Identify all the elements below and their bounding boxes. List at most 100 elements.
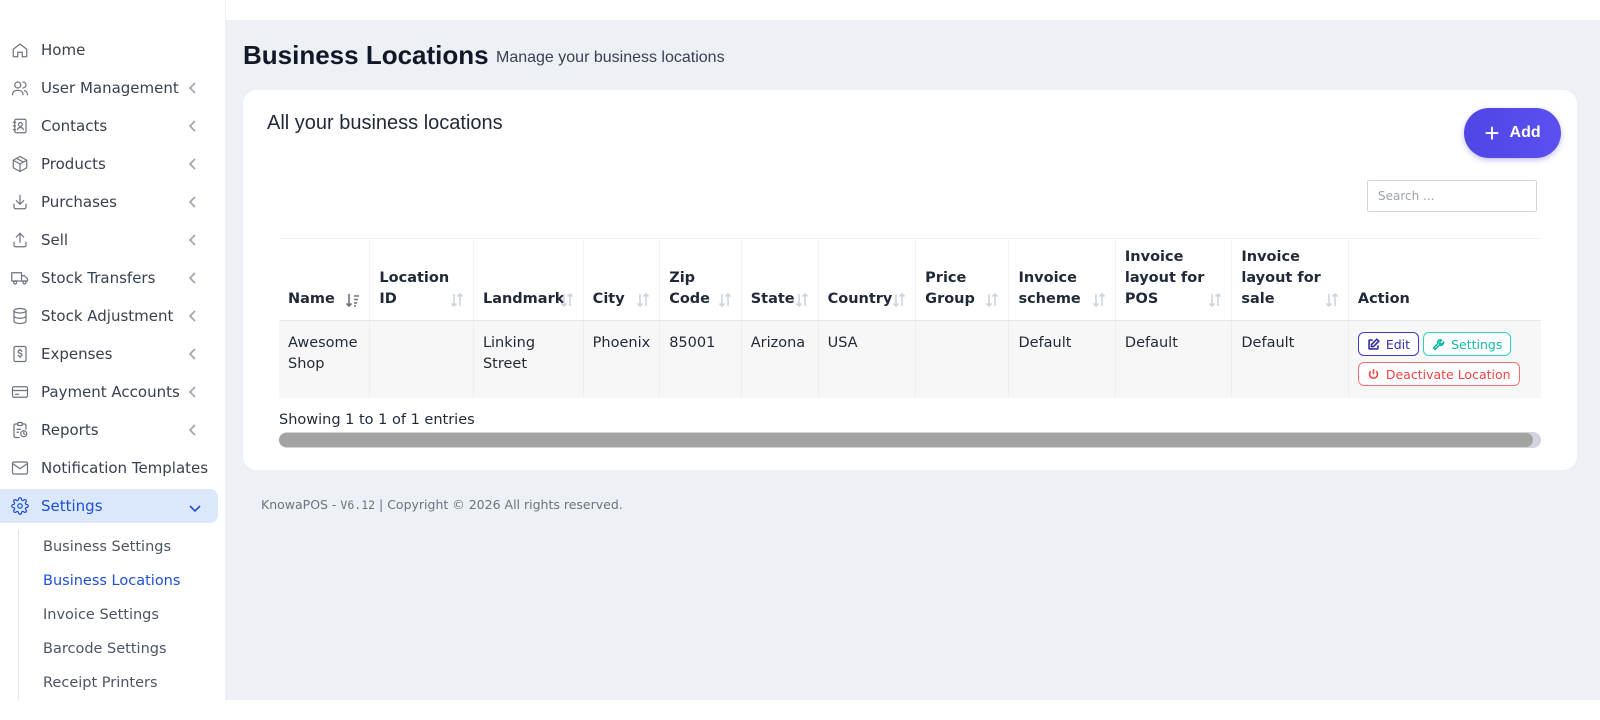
sidebar: Home User Management Contacts Products P… — [0, 0, 226, 700]
page-subtitle: Manage your business locations — [496, 49, 725, 66]
scrollbar-thumb[interactable] — [279, 433, 1533, 447]
chevron-left-icon — [188, 271, 198, 285]
sidebar-item-user-management[interactable]: User Management — [0, 71, 218, 105]
gear-icon — [11, 497, 29, 515]
card-icon — [11, 383, 29, 401]
app: Home User Management Contacts Products P… — [0, 0, 1600, 720]
column-header-zip-code[interactable]: Zip Code — [659, 238, 742, 321]
database-icon — [11, 307, 29, 325]
add-button[interactable]: + Add — [1464, 108, 1561, 158]
subnav-item-barcode-settings[interactable]: Barcode Settings — [43, 641, 167, 657]
version-label: V6.12 — [340, 498, 376, 512]
sidebar-item-label: Stock Transfers — [41, 269, 156, 287]
sort-icon[interactable] — [1091, 292, 1107, 308]
cell-location-id — [369, 320, 474, 398]
column-header-landmark[interactable]: Landmark — [473, 238, 584, 321]
cell-state: Arizona — [741, 320, 819, 398]
chevron-left-icon — [188, 157, 198, 171]
sidebar-item-settings[interactable]: Settings — [0, 489, 218, 523]
chevron-down-icon — [188, 500, 202, 513]
sort-icon[interactable] — [1324, 292, 1340, 308]
sort-icon[interactable] — [635, 292, 651, 308]
edit-button[interactable]: Edit — [1357, 332, 1420, 356]
chevron-left-icon — [188, 233, 198, 247]
sort-icon[interactable] — [717, 292, 733, 308]
sidebar-item-label: Sell — [41, 231, 69, 249]
footer: KnowaPOS - V6.12 | Copyright © 2026 All … — [261, 497, 623, 512]
sidebar-item-label: Contacts — [41, 117, 108, 135]
column-header-city[interactable]: City — [583, 238, 661, 321]
sidebar-item-label: Reports — [41, 421, 99, 439]
plus-icon: + — [1484, 118, 1500, 148]
sidebar-item-label: Notification Templates — [41, 459, 209, 477]
subnav-divider — [18, 530, 19, 700]
sort-icon[interactable] — [1207, 292, 1223, 308]
table-header-row: Name Location ID Landmark City Zip Code … — [279, 238, 1541, 321]
subnav-item-business-locations[interactable]: Business Locations — [43, 573, 180, 589]
sidebar-item-label: Purchases — [41, 193, 117, 211]
column-header-name[interactable]: Name — [279, 238, 371, 321]
chevron-left-icon — [188, 347, 198, 361]
cell-zip-code: 85001 — [659, 320, 742, 398]
cell-name: Awesome Shop — [279, 320, 371, 398]
sidebar-item-label: Expenses — [41, 345, 113, 363]
sidebar-item-products[interactable]: Products — [0, 147, 218, 181]
column-header-price-group[interactable]: Price Group — [915, 238, 1010, 321]
sidebar-item-home[interactable]: Home — [0, 33, 218, 67]
sort-icon[interactable] — [794, 292, 810, 308]
sidebar-item-payment-accounts[interactable]: Payment Accounts — [0, 375, 218, 409]
deactivate-location-button[interactable]: Deactivate Location — [1357, 362, 1520, 386]
sidebar-item-notification-templates[interactable]: Notification Templates — [0, 451, 218, 485]
box-icon — [11, 155, 29, 173]
sidebar-item-stock-transfers[interactable]: Stock Transfers — [0, 261, 218, 295]
sidebar-item-stock-adjustment[interactable]: Stock Adjustment — [0, 299, 218, 333]
sidebar-item-expenses[interactable]: Expenses — [0, 337, 218, 371]
sort-icon[interactable] — [559, 292, 575, 308]
cell-layout-sale: Default — [1231, 320, 1349, 398]
cell-landmark: Linking Street — [473, 320, 584, 398]
subnav-item-business-settings[interactable]: Business Settings — [43, 539, 171, 555]
users-icon — [11, 79, 29, 97]
cell-actions: Edit Settings Deactivate Location — [1348, 320, 1541, 398]
sidebar-item-contacts[interactable]: Contacts — [0, 109, 218, 143]
search-input[interactable] — [1367, 180, 1537, 212]
download-icon — [11, 193, 29, 211]
chevron-left-icon — [188, 119, 198, 133]
column-header-state[interactable]: State — [741, 238, 819, 321]
column-header-invoice-layout-pos[interactable]: Invoice layout for POS — [1115, 238, 1233, 321]
wrench-icon — [1432, 338, 1445, 351]
cell-country: USA — [818, 320, 917, 398]
column-header-country[interactable]: Country — [818, 238, 917, 321]
page-title: Business Locations — [243, 40, 489, 70]
sidebar-item-label: Products — [41, 155, 106, 173]
sidebar-item-reports[interactable]: Reports — [0, 413, 218, 447]
horizontal-scrollbar[interactable] — [279, 432, 1541, 448]
column-header-invoice-scheme[interactable]: Invoice scheme — [1008, 238, 1116, 321]
sidebar-item-sell[interactable]: Sell — [0, 223, 218, 257]
mail-icon — [11, 459, 29, 477]
sort-icon[interactable] — [449, 292, 465, 308]
subnav-item-receipt-printers[interactable]: Receipt Printers — [43, 675, 158, 691]
sidebar-item-purchases[interactable]: Purchases — [0, 185, 218, 219]
subnav-item-invoice-settings[interactable]: Invoice Settings — [43, 607, 159, 623]
cell-layout-pos: Default — [1115, 320, 1233, 398]
power-icon — [1367, 368, 1380, 381]
sidebar-item-label: User Management — [41, 79, 179, 97]
chevron-left-icon — [188, 423, 198, 437]
entries-info: Showing 1 to 1 of 1 entries — [279, 412, 475, 428]
column-header-invoice-layout-sale[interactable]: Invoice layout for sale — [1231, 238, 1349, 321]
main-content: Business Locations Manage your business … — [226, 20, 1600, 700]
sort-icon[interactable] — [984, 292, 1000, 308]
contacts-icon — [11, 117, 29, 135]
add-button-label: Add — [1509, 124, 1541, 141]
settings-button[interactable]: Settings — [1423, 332, 1512, 356]
sort-icon[interactable] — [891, 292, 907, 308]
column-header-action: Action — [1348, 238, 1541, 321]
cell-city: Phoenix — [583, 320, 661, 398]
column-header-location-id[interactable]: Location ID — [369, 238, 474, 321]
cell-invoice-scheme: Default — [1008, 320, 1116, 398]
chevron-left-icon — [188, 81, 198, 95]
locations-table: Name Location ID Landmark City Zip Code … — [279, 238, 1541, 398]
sort-active-icon[interactable] — [345, 292, 361, 308]
locations-table-wrapper: Name Location ID Landmark City Zip Code … — [279, 238, 1541, 398]
